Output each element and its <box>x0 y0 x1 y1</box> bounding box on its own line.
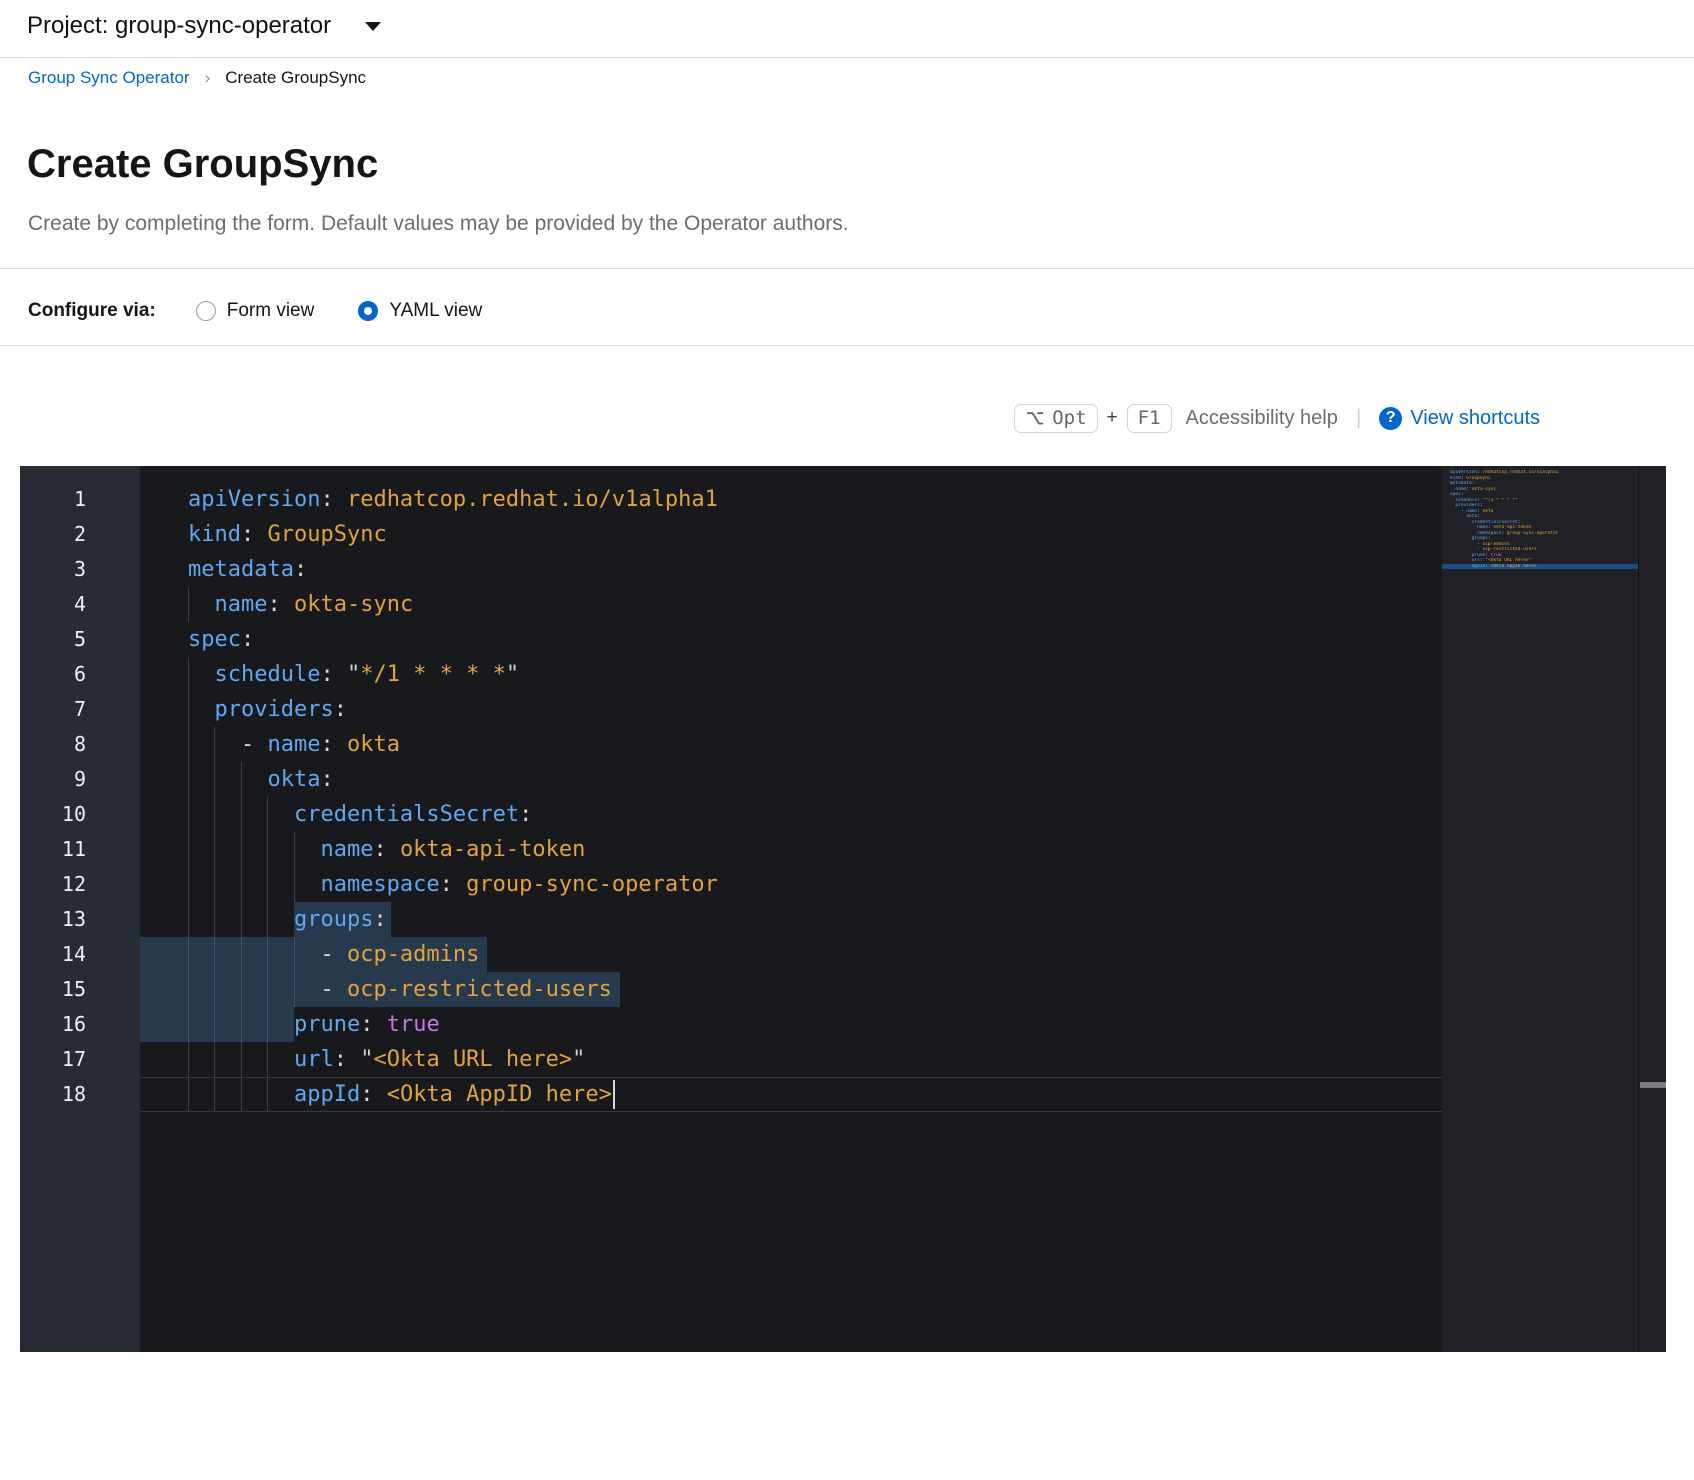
radio-unchecked-icon[interactable] <box>196 301 216 321</box>
page-subtitle: Create by completing the form. Default v… <box>28 212 849 236</box>
option-key-icon <box>1025 410 1045 426</box>
breadcrumb-link-group-sync-operator[interactable]: Group Sync Operator <box>28 68 190 88</box>
line-number: 13 <box>20 902 140 937</box>
code-line-14[interactable]: - ocp-admins <box>140 937 1442 972</box>
page-title: Create GroupSync <box>27 142 378 187</box>
code-line-17[interactable]: url: "<Okta URL here>" <box>140 1042 1442 1077</box>
line-number: 5 <box>20 622 140 657</box>
caret-down-icon <box>365 22 381 31</box>
code-line-text: kind: GroupSync <box>188 522 387 547</box>
line-number: 4 <box>20 587 140 622</box>
code-line-text: - ocp-admins <box>188 942 479 967</box>
code-line-text: appId: <Okta AppID here> <box>188 1082 612 1107</box>
code-line-text: apiVersion: redhatcop.redhat.io/v1alpha1 <box>188 487 718 512</box>
code-line-7[interactable]: providers: <box>140 692 1442 727</box>
line-number: 18 <box>20 1077 140 1112</box>
line-number: 9 <box>20 762 140 797</box>
radio-yaml-view-label: YAML view <box>389 300 482 322</box>
line-number: 6 <box>20 657 140 692</box>
radio-form-view-label: Form view <box>227 300 315 322</box>
minimap-line: appId: <Okta AppID here> <box>1442 564 1638 570</box>
view-shortcuts-label: View shortcuts <box>1410 407 1540 430</box>
code-line-text: credentialsSecret: <box>188 802 532 827</box>
editor-right-column: apiVersion: redhatcop.redhat.io/v1alpha1… <box>1442 466 1666 1352</box>
kbd-f1: F1 <box>1127 404 1172 433</box>
breadcrumb-current: Create GroupSync <box>225 68 366 88</box>
line-number: 16 <box>20 1007 140 1042</box>
editor-toolbar: Opt + F1 Accessibility help | ? View sho… <box>20 399 1540 437</box>
editor-line-number-gutter: 123456789101112131415161718 <box>20 466 140 1352</box>
code-line-4[interactable]: name: okta-sync <box>140 587 1442 622</box>
code-line-8[interactable]: - name: okta <box>140 727 1442 762</box>
code-line-13[interactable]: groups: <box>140 902 1442 937</box>
code-line-text: providers: <box>188 697 347 722</box>
editor-scrollbar[interactable] <box>1638 466 1667 1352</box>
code-line-text: metadata: <box>188 557 307 582</box>
kbd-plus: + <box>1107 407 1118 429</box>
code-line-5[interactable]: spec: <box>140 622 1442 657</box>
configure-via-label: Configure via: <box>28 300 156 322</box>
project-selector[interactable]: Project: group-sync-operator <box>27 12 381 40</box>
kbd-opt-label: Opt <box>1052 407 1086 429</box>
code-line-text: okta: <box>188 767 334 792</box>
code-line-text: prune: true <box>188 1012 440 1037</box>
line-number: 1 <box>20 482 140 517</box>
divider <box>0 345 1694 346</box>
code-line-text: name: okta-api-token <box>188 837 585 862</box>
line-number: 10 <box>20 797 140 832</box>
code-line-text: url: "<Okta URL here>" <box>188 1047 585 1072</box>
line-number: 15 <box>20 972 140 1007</box>
code-line-text: schedule: "*/1 * * * *" <box>188 662 519 687</box>
code-line-10[interactable]: credentialsSecret: <box>140 797 1442 832</box>
code-line-16[interactable]: prune: true <box>140 1007 1442 1042</box>
code-line-1[interactable]: apiVersion: redhatcop.redhat.io/v1alpha1 <box>140 482 1442 517</box>
code-line-18[interactable]: appId: <Okta AppID here> <box>140 1077 1442 1112</box>
breadcrumb-chevron-icon: › <box>205 68 211 88</box>
code-line-9[interactable]: okta: <box>140 762 1442 797</box>
editor-minimap[interactable]: apiVersion: redhatcop.redhat.io/v1alpha1… <box>1442 470 1638 569</box>
line-number: 2 <box>20 517 140 552</box>
project-bar: Project: group-sync-operator <box>0 0 1694 58</box>
code-line-11[interactable]: name: okta-api-token <box>140 832 1442 867</box>
line-number: 17 <box>20 1042 140 1077</box>
project-selector-label: Project: group-sync-operator <box>27 12 331 40</box>
code-line-12[interactable]: namespace: group-sync-operator <box>140 867 1442 902</box>
accessibility-help-label: Accessibility help <box>1186 407 1338 430</box>
code-line-text: name: okta-sync <box>188 592 413 617</box>
line-number: 7 <box>20 692 140 727</box>
line-number: 14 <box>20 937 140 972</box>
editor-code-area[interactable]: apiVersion: redhatcop.redhat.io/v1alpha1… <box>140 466 1442 1352</box>
breadcrumb: Group Sync Operator › Create GroupSync <box>28 68 366 88</box>
code-line-6[interactable]: schedule: "*/1 * * * *" <box>140 657 1442 692</box>
toolbar-separator: | <box>1356 406 1361 430</box>
code-line-text: namespace: group-sync-operator <box>188 872 718 897</box>
radio-yaml-view[interactable]: YAML view <box>358 300 482 322</box>
code-line-text: - name: okta <box>188 732 400 757</box>
view-shortcuts-link[interactable]: ? View shortcuts <box>1379 407 1540 430</box>
line-number: 3 <box>20 552 140 587</box>
code-line-15[interactable]: - ocp-restricted-users <box>140 972 1442 1007</box>
line-number: 12 <box>20 867 140 902</box>
code-line-text: groups: <box>188 907 387 932</box>
code-line-3[interactable]: metadata: <box>140 552 1442 587</box>
line-number: 8 <box>20 727 140 762</box>
yaml-editor[interactable]: 123456789101112131415161718 apiVersion: … <box>20 466 1666 1352</box>
code-line-text: spec: <box>188 627 254 652</box>
kbd-opt: Opt <box>1014 404 1097 433</box>
text-cursor <box>613 1080 615 1109</box>
divider <box>0 268 1694 269</box>
radio-form-view[interactable]: Form view <box>196 300 315 322</box>
configure-via-row: Configure via: Form view YAML view <box>28 293 526 329</box>
line-number: 11 <box>20 832 140 867</box>
question-circle-icon: ? <box>1379 407 1402 430</box>
code-line-text: - ocp-restricted-users <box>188 977 612 1002</box>
code-line-2[interactable]: kind: GroupSync <box>140 517 1442 552</box>
scrollbar-cursor-marker[interactable] <box>1640 1082 1666 1088</box>
radio-checked-icon[interactable] <box>358 301 378 321</box>
